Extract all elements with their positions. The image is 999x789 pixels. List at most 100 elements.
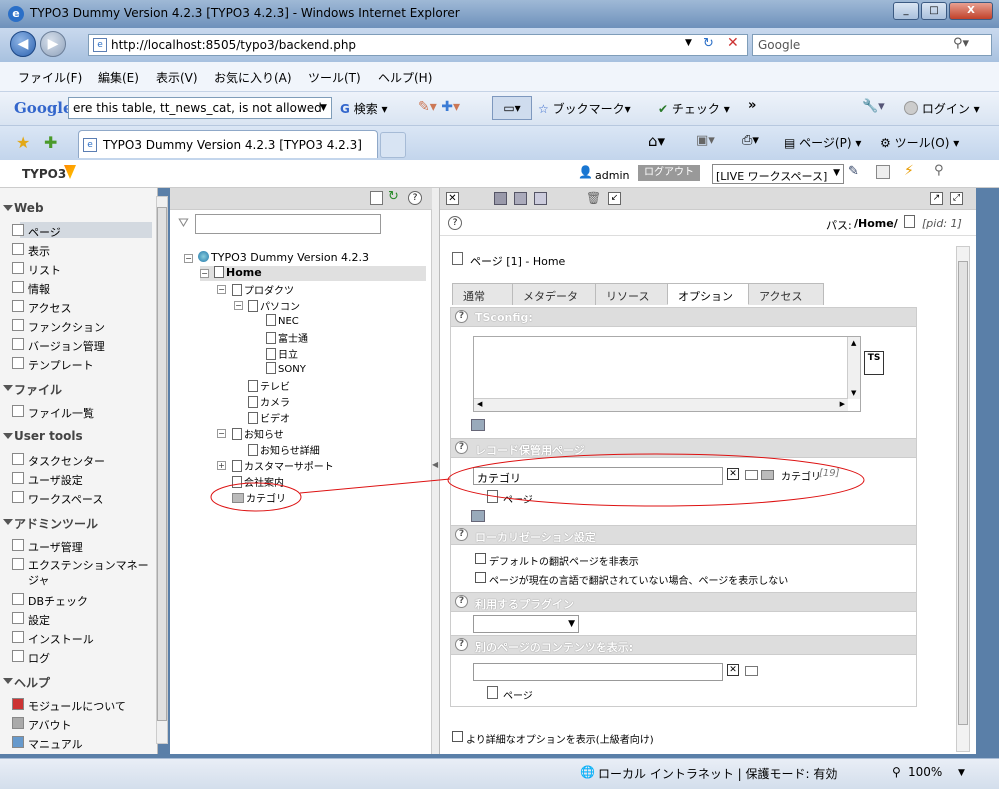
module-taskcenter[interactable]: タスクセンター [12, 453, 105, 469]
module-functions[interactable]: ファンクション [12, 319, 105, 335]
menu-tools[interactable]: ツール(T) [308, 69, 361, 86]
collapse-icon[interactable]: − [184, 254, 193, 263]
advanced-options-checkbox[interactable] [452, 731, 463, 742]
browse-folder-icon[interactable] [745, 666, 758, 676]
textarea-vscroll[interactable]: ▲ ▼ [847, 337, 860, 399]
back-button[interactable]: ◀ [10, 31, 36, 57]
module-install[interactable]: インストール [12, 631, 94, 647]
panel-splitter[interactable]: ◀ [432, 188, 440, 754]
bookmarks-button[interactable]: ☆ ブックマーク▾ [538, 100, 631, 117]
tree-node-products[interactable]: プロダクツ [232, 282, 294, 297]
flash-icon[interactable]: ⚡ [904, 163, 914, 179]
storage-page-field[interactable]: カテゴリ [473, 467, 723, 485]
module-dbcheck[interactable]: DBチェック [12, 593, 88, 609]
tree-node-news-detail[interactable]: お知らせ詳細 [248, 442, 320, 457]
tab-resources[interactable]: リソース [595, 283, 668, 305]
module-versioning[interactable]: バージョン管理 [12, 338, 105, 354]
collapse-icon[interactable]: − [234, 301, 243, 310]
zoom-level[interactable]: 100% [908, 765, 942, 779]
tree-node-tv[interactable]: テレビ [248, 378, 290, 393]
dropdown-arrow-icon[interactable]: ▼ [320, 103, 327, 113]
save-icon[interactable] [494, 192, 507, 205]
maximize-button[interactable]: □ [921, 2, 947, 20]
menu-favorites[interactable]: お気に入り(A) [214, 69, 292, 86]
scroll-right-icon[interactable]: ▶ [840, 400, 845, 408]
tree-node-nec[interactable]: NEC [266, 314, 299, 327]
edit-icon[interactable] [471, 510, 485, 522]
check-button[interactable]: ✔ チェック ▾ [658, 100, 730, 117]
module-log[interactable]: ログ [12, 650, 50, 666]
module-about-modules[interactable]: モジュールについて [12, 698, 126, 714]
more-chevron-icon[interactable]: » [748, 98, 756, 113]
path-value[interactable]: /Home/ [854, 217, 898, 230]
add-favorites-icon[interactable]: ✚ [44, 133, 57, 152]
tab-general[interactable]: 通常 [452, 283, 513, 305]
module-extension-manager[interactable]: エクステンションマネージャ [12, 558, 152, 588]
scroll-left-icon[interactable]: ◀ [477, 400, 482, 408]
tree-node-home[interactable]: Home [214, 266, 262, 279]
refresh-icon[interactable]: ↻ [388, 189, 399, 204]
help-icon[interactable]: ? [408, 191, 422, 205]
menu-view[interactable]: 表示(V) [156, 69, 198, 86]
login-button[interactable]: ログイン ▾ [904, 100, 980, 117]
module-user-settings[interactable]: ユーザ設定 [12, 472, 83, 488]
tree-node-sony[interactable]: SONY [266, 362, 306, 375]
module-manual[interactable]: マニュアル [12, 736, 83, 752]
collapse-icon[interactable]: − [217, 285, 226, 294]
module-group-help[interactable]: ヘルプ [0, 674, 152, 691]
clear-icon[interactable]: ✕ [727, 468, 739, 480]
zoom-dropdown-icon[interactable]: ▼ [958, 768, 965, 778]
module-workspace[interactable]: ワークスペース [12, 491, 103, 507]
tree-node-news[interactable]: お知らせ [232, 426, 284, 441]
filter-icon[interactable]: ⛛ [178, 216, 189, 231]
module-group-web[interactable]: Web [0, 201, 152, 215]
new-page-icon[interactable] [370, 191, 383, 205]
ts-wizard-button[interactable]: TS [864, 351, 884, 375]
shortcut-icon[interactable]: ✎ [848, 164, 859, 179]
module-menu-scrollbar[interactable] [156, 196, 168, 744]
wrench-icon[interactable]: 🔧▾ [862, 99, 885, 114]
favorites-star-icon[interactable]: ★ [16, 133, 30, 152]
logout-button[interactable]: ログアウト [638, 165, 700, 181]
print-icon[interactable]: ⎙▾ [742, 133, 759, 148]
collapse-icon[interactable]: − [200, 269, 209, 278]
close-doc-icon[interactable]: ✕ [446, 192, 459, 205]
tree-root[interactable]: TYPO3 Dummy Version 4.2.3 [198, 251, 369, 264]
tree-node-hitachi[interactable]: 日立 [266, 346, 298, 361]
scrollbar-thumb[interactable] [157, 207, 167, 721]
help-icon[interactable]: ? [455, 595, 468, 608]
browse-folder-icon[interactable] [745, 470, 758, 480]
refresh-icon[interactable]: ↻ [703, 36, 714, 51]
collapse-icon[interactable]: − [217, 429, 226, 438]
plugin-select[interactable]: ▼ [473, 615, 579, 633]
hide-if-no-translation-checkbox[interactable] [475, 572, 486, 583]
help-icon[interactable]: ? [448, 216, 462, 230]
module-config[interactable]: 設定 [12, 612, 50, 628]
tools-menu-button[interactable]: ⚙ ツール(O) ▾ [880, 134, 959, 151]
search-icon[interactable]: ⚲ [934, 163, 944, 178]
tree-node-camera[interactable]: カメラ [248, 394, 290, 409]
workspace-select[interactable]: [LIVE ワークスペース] ▼ [712, 164, 844, 184]
module-about[interactable]: アバウト [12, 717, 72, 733]
search-box[interactable]: Google ⚲▾ [752, 34, 992, 56]
tree-node-company[interactable]: 会社案内 [232, 474, 284, 489]
help-icon[interactable]: ? [455, 638, 468, 651]
tab-options[interactable]: オプション [667, 283, 749, 305]
scrollbar-thumb[interactable] [958, 261, 968, 725]
expand-icon[interactable]: + [217, 461, 226, 470]
dropdown-arrow-icon[interactable]: ▼ [685, 38, 692, 48]
help-icon[interactable]: ? [455, 441, 468, 454]
module-template[interactable]: テンプレート [12, 357, 94, 373]
tab-typo3[interactable]: e TYPO3 Dummy Version 4.2.3 [TYPO3 4.2.3… [78, 130, 378, 158]
tab-access[interactable]: アクセス [748, 283, 824, 305]
fullscreen-icon[interactable]: ⤢ [950, 192, 963, 205]
help-icon[interactable]: ? [455, 310, 468, 323]
toolbar-icons[interactable]: ✎▾ ✚▾ [418, 99, 460, 115]
search-icon[interactable]: ⚲▾ [953, 36, 969, 51]
module-info[interactable]: 情報 [12, 281, 50, 297]
menu-file[interactable]: ファイル(F) [18, 69, 82, 86]
google-search-button[interactable]: G 検索 ▾ [340, 100, 388, 117]
hide-default-translation-checkbox[interactable] [475, 553, 486, 564]
undo-icon[interactable]: ↙ [608, 192, 621, 205]
tree-node-support[interactable]: カスタマーサポート [232, 458, 334, 473]
